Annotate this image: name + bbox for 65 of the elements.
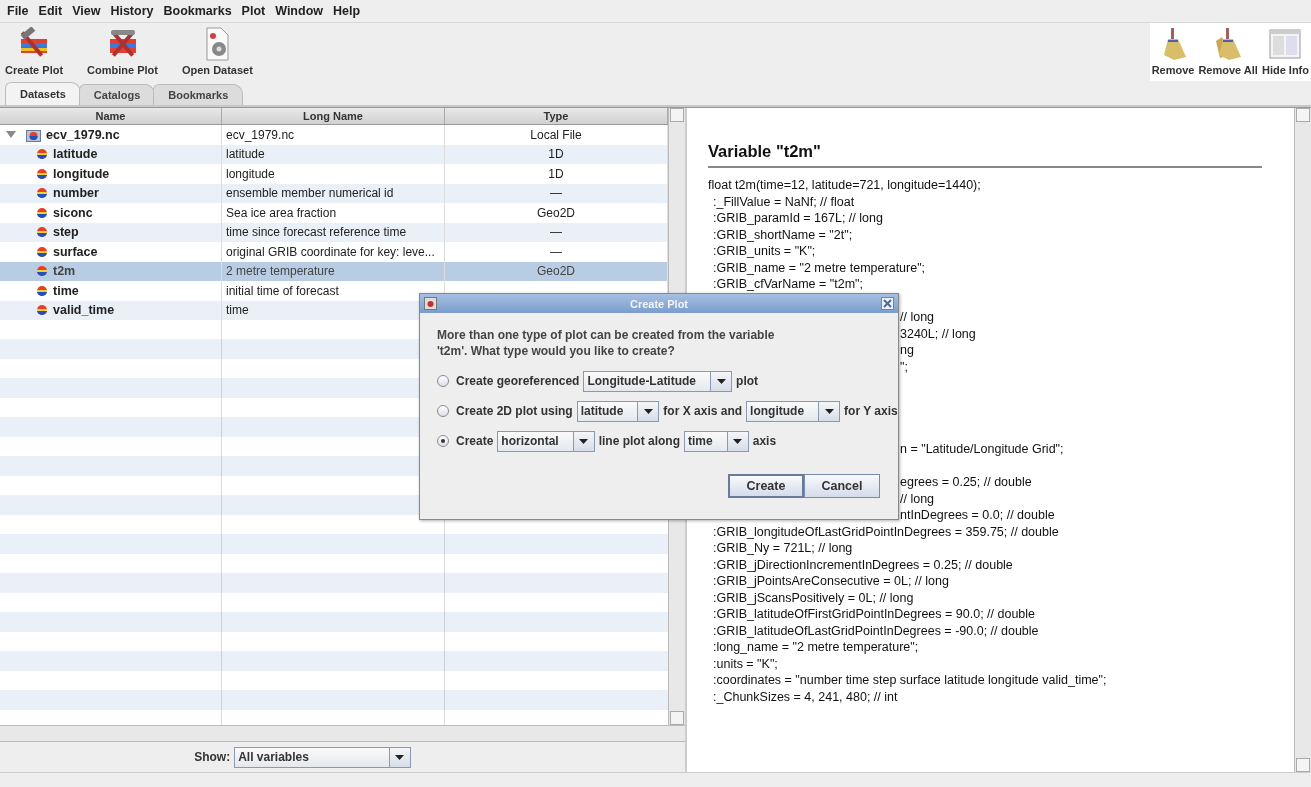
variable-type: Local File bbox=[530, 127, 582, 142]
variable-name: time bbox=[53, 283, 79, 298]
long-name: 2 metre temperature bbox=[226, 264, 335, 279]
info-line: :long_name = "2 metre temperature"; bbox=[712, 639, 920, 656]
option-label: Create bbox=[456, 434, 494, 448]
long-name: time since forecast reference time bbox=[226, 225, 407, 240]
info-line: ntInDegrees = 0.0; // double bbox=[900, 508, 1055, 522]
long-name: original GRIB coordinate for key: leve... bbox=[226, 244, 435, 259]
long-name: Sea ice area fraction bbox=[226, 205, 337, 220]
info-line: :GRIB_shortName = "2t"; bbox=[712, 226, 854, 243]
variable-name: longitude bbox=[53, 166, 110, 181]
variable-type: 1D bbox=[548, 147, 564, 162]
info-line: // long bbox=[900, 310, 935, 324]
info-line: // long bbox=[900, 491, 935, 506]
info-line: :coordinates = "number time step surface latitude longitude valid_time"; bbox=[712, 672, 1108, 689]
dialog-message: More than one type of plot can be created from the variable 't2m'. What type would you like to create? bbox=[437, 327, 776, 359]
variable-name: t2m bbox=[53, 264, 76, 279]
info-line: :GRIB_Ny = 721L; // long bbox=[712, 540, 854, 557]
info-line: :units = "K"; bbox=[712, 655, 779, 672]
info-title: Variable "t2m" bbox=[708, 142, 822, 161]
long-name: initial time of forecast bbox=[226, 283, 339, 298]
filter-label: Show: bbox=[194, 750, 231, 764]
option-label: for X axis and bbox=[663, 404, 743, 418]
variable-name: surface bbox=[53, 244, 98, 259]
info-line: "; bbox=[900, 359, 908, 374]
variable-name: step bbox=[53, 225, 79, 240]
long-name: latitude bbox=[226, 147, 265, 162]
info-line: :GRIB_latitudeOfLastGridPointInDegrees = -90.0; // double bbox=[712, 622, 1040, 639]
info-line: egrees = 0.25; // double bbox=[900, 475, 1032, 489]
long-name: time bbox=[226, 303, 249, 318]
option-label: for Y axis bbox=[844, 404, 898, 418]
option-label: Create georeferenced bbox=[456, 374, 580, 388]
info-line: :GRIB_jScansPositively = 0L; // long bbox=[712, 589, 915, 606]
variable-name: latitude bbox=[53, 147, 98, 162]
option-label: axis bbox=[752, 434, 777, 448]
variable-name: valid_time bbox=[53, 303, 115, 318]
variable-type: — bbox=[550, 186, 562, 201]
long-name: longitude bbox=[226, 166, 275, 181]
info-line: :GRIB_jDirectionIncrementInDegrees = 0.25; // double bbox=[712, 556, 1014, 573]
long-name: ensemble member numerical id bbox=[226, 186, 394, 201]
info-line: n = "Latitude/Longitude Grid"; bbox=[900, 442, 1064, 456]
variable-type: 1D bbox=[548, 166, 564, 181]
info-line: :GRIB_latitudeOfFirstGridPointInDegrees = 90.0; // double bbox=[712, 606, 1037, 623]
option-label: line plot along bbox=[598, 434, 680, 448]
info-line: :_FillValue = NaNf; // float bbox=[712, 193, 856, 210]
info-line: :GRIB_paramId = 167L; // long bbox=[712, 210, 884, 227]
info-line: :_ChunkSizes = 4, 241, 480; // int bbox=[712, 688, 899, 705]
variable-type: — bbox=[550, 244, 562, 259]
variable-type: — bbox=[550, 225, 562, 240]
info-line: :GRIB_name = "2 metre temperature"; bbox=[712, 259, 927, 276]
info-line: :GRIB_units = "K"; bbox=[712, 243, 817, 260]
info-line: ng bbox=[900, 343, 914, 357]
long-name: ecv_1979.nc bbox=[226, 127, 295, 142]
info-line: :GRIB_longitudeOfLastGridPointInDegrees = 359.75; // double bbox=[712, 523, 1060, 540]
info-line: :GRIB_cfVarName = "t2m"; bbox=[712, 276, 864, 293]
variable-type: Geo2D bbox=[537, 205, 575, 220]
option-label: Create 2D plot using bbox=[456, 404, 573, 418]
variable-name: ecv_1979.nc bbox=[46, 127, 120, 142]
variable-name: number bbox=[53, 186, 99, 201]
info-line: 3240L; // long bbox=[900, 326, 976, 341]
variable-name: siconc bbox=[53, 205, 93, 220]
info-line: float t2m(time=12, latitude=721, longitude=1440); bbox=[708, 177, 982, 194]
option-label: plot bbox=[736, 374, 759, 388]
info-line: :GRIB_jPointsAreConsecutive = 0L; // long bbox=[712, 573, 950, 590]
variable-type: Geo2D bbox=[537, 264, 575, 279]
